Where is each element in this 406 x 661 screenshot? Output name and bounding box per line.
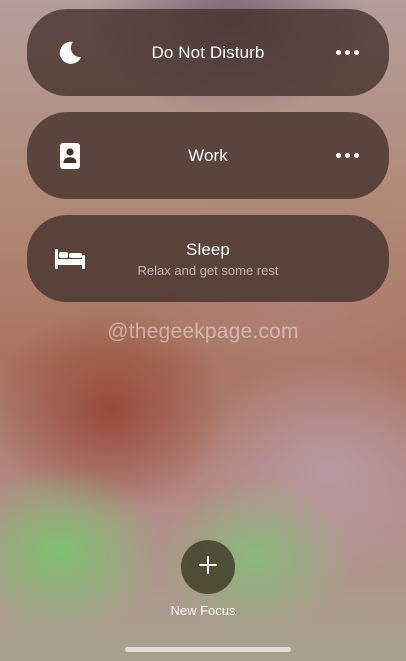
ellipsis-icon: [335, 50, 341, 55]
ellipsis-dot: [344, 153, 350, 158]
home-indicator[interactable]: [125, 647, 291, 652]
focus-title: Do Not Disturb: [151, 42, 265, 62]
more-options-button[interactable]: [329, 41, 365, 65]
moon-icon: [53, 36, 87, 70]
focus-card-do-not-disturb[interactable]: Do Not Disturb: [27, 9, 389, 96]
plus-icon: [199, 555, 217, 579]
ellipsis-dot: [353, 50, 359, 55]
focus-title: Work: [188, 145, 228, 165]
ellipsis-dot: [353, 153, 359, 158]
ellipsis-dot: [344, 50, 350, 55]
id-badge-icon: [53, 139, 87, 173]
focus-title: Sleep: [186, 239, 230, 259]
more-options-button[interactable]: [329, 144, 365, 168]
ellipsis-icon: [335, 153, 341, 158]
new-focus-button[interactable]: [181, 540, 235, 594]
bed-icon: [53, 242, 87, 276]
focus-card-sleep[interactable]: Sleep Relax and get some rest: [27, 215, 389, 302]
watermark: @thegeekpage.com: [107, 320, 299, 343]
focus-card-work[interactable]: Work: [27, 112, 389, 199]
focus-subtitle: Relax and get some rest: [137, 262, 279, 278]
new-focus-label: New Focus: [170, 603, 236, 618]
